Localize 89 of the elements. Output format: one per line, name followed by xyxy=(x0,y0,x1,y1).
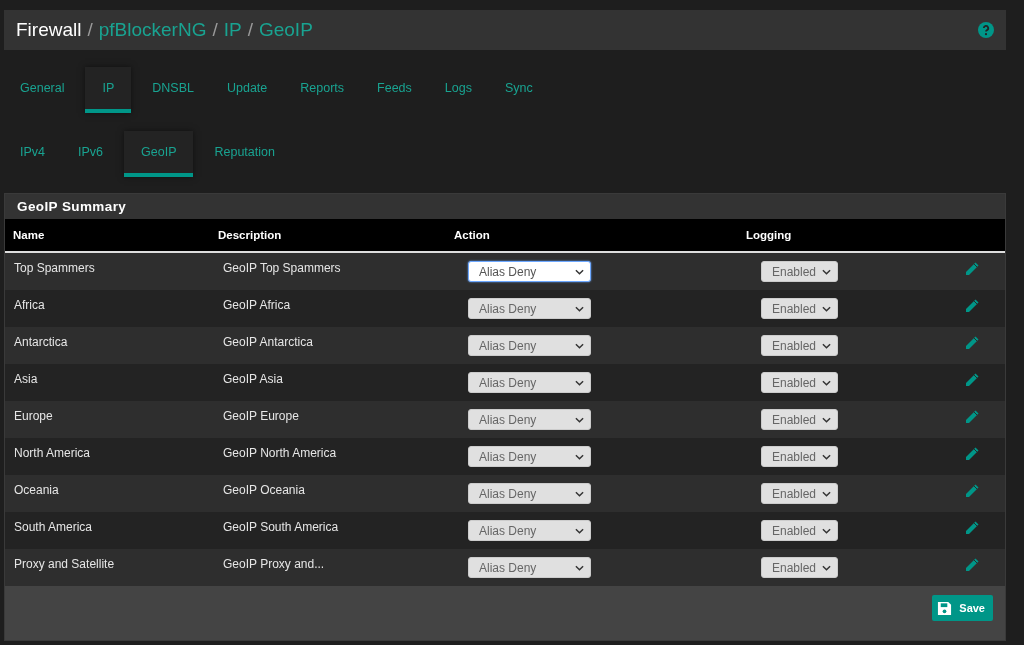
logging-select[interactable]: Enabled xyxy=(761,483,838,504)
table-cell-text: South America xyxy=(13,519,94,534)
nav-tab[interactable]: Reports xyxy=(288,67,357,113)
nav-tab[interactable]: GeoIP xyxy=(124,131,194,177)
logging-select[interactable]: Enabled xyxy=(761,261,838,282)
table-cell-text: GeoIP Oceania xyxy=(222,482,306,497)
pencil-icon[interactable] xyxy=(964,372,980,388)
breadcrumb-link[interactable]: IP xyxy=(223,19,242,41)
caret-icon xyxy=(575,268,584,275)
action-select[interactable]: Alias Deny xyxy=(468,261,591,282)
action-select[interactable]: Alias Deny xyxy=(468,446,591,467)
caret-icon xyxy=(822,305,831,312)
caret-icon xyxy=(822,490,831,497)
table-cell-text: Asia xyxy=(13,371,39,386)
help-icon[interactable] xyxy=(978,22,994,38)
table-cell-text: Top Spammers xyxy=(13,260,96,275)
table-cell-text: Africa xyxy=(13,297,46,312)
table-cell-text: GeoIP Africa xyxy=(222,297,292,312)
logging-select[interactable]: Enabled xyxy=(761,298,838,319)
nav-tab[interactable]: General xyxy=(8,67,77,113)
pencil-icon[interactable] xyxy=(964,557,980,573)
pencil-icon[interactable] xyxy=(964,446,980,462)
table-cell-text: GeoIP North America xyxy=(222,445,338,460)
breadcrumb-link[interactable]: pfBlockerNG xyxy=(98,19,207,41)
logging-select[interactable]: Enabled xyxy=(761,557,838,578)
table-cell-text: GeoIP Antarctica xyxy=(222,334,314,349)
action-select[interactable]: Alias Deny xyxy=(468,298,591,319)
nav-tab[interactable]: DNSBL xyxy=(140,67,206,113)
action-select[interactable]: Alias Deny xyxy=(468,409,591,430)
caret-icon xyxy=(575,416,584,423)
pencil-icon[interactable] xyxy=(964,520,980,536)
breadcrumb-separator: / xyxy=(247,19,253,41)
pencil-icon[interactable] xyxy=(964,409,980,425)
nav-tab[interactable]: Update xyxy=(215,67,280,113)
caret-icon xyxy=(575,453,584,460)
caret-icon xyxy=(575,342,584,349)
table-cell-text: Oceania xyxy=(13,482,60,497)
table-cell-text: Proxy and Satellite xyxy=(13,556,116,571)
caret-icon xyxy=(822,453,831,460)
logging-select[interactable]: Enabled xyxy=(761,335,838,356)
table-cell-text: Antarctica xyxy=(13,334,69,349)
action-select[interactable]: Alias Deny xyxy=(468,557,591,578)
breadcrumb-link[interactable]: GeoIP xyxy=(258,19,313,41)
pencil-icon[interactable] xyxy=(964,483,980,499)
table-cell-text: GeoIP Europe xyxy=(222,408,300,423)
logging-select[interactable]: Enabled xyxy=(761,520,838,541)
nav-tab[interactable]: IPv4 xyxy=(8,131,57,177)
action-select[interactable]: Alias Deny xyxy=(468,483,591,504)
table-cell-text: North America xyxy=(13,445,92,460)
save-button[interactable]: Save xyxy=(932,595,993,621)
breadcrumb-separator: / xyxy=(87,19,93,41)
nav-tab[interactable]: Feeds xyxy=(365,67,424,113)
caret-icon xyxy=(575,527,584,534)
column-header: Logging xyxy=(746,229,793,241)
nav-tab[interactable]: IP xyxy=(85,67,132,113)
caret-icon xyxy=(575,379,584,386)
caret-icon xyxy=(822,527,831,534)
caret-icon xyxy=(822,379,831,386)
logging-select[interactable]: Enabled xyxy=(761,372,838,393)
logging-select[interactable]: Enabled xyxy=(761,409,838,430)
panel-title: GeoIP Summary xyxy=(5,194,1005,219)
caret-icon xyxy=(575,305,584,312)
action-select[interactable]: Alias Deny xyxy=(468,520,591,541)
caret-icon xyxy=(575,490,584,497)
table-cell-text: GeoIP South America xyxy=(222,519,340,534)
breadcrumb-title: Firewall xyxy=(16,19,82,41)
nav-tab[interactable]: Sync xyxy=(492,67,545,113)
nav-tab[interactable]: Logs xyxy=(432,67,484,113)
logging-select[interactable]: Enabled xyxy=(761,446,838,467)
pencil-icon[interactable] xyxy=(964,261,980,277)
column-header: Action xyxy=(454,229,491,241)
pencil-icon[interactable] xyxy=(964,298,980,314)
caret-icon xyxy=(822,564,831,571)
caret-icon xyxy=(822,342,831,349)
caret-icon xyxy=(575,564,584,571)
column-header: Name xyxy=(13,229,46,241)
nav-tab[interactable]: IPv6 xyxy=(66,131,116,177)
caret-icon xyxy=(822,416,831,423)
table-cell-text: GeoIP Top Spammers xyxy=(222,260,342,275)
table-cell-text: Europe xyxy=(13,408,54,423)
caret-icon xyxy=(822,268,831,275)
table-cell-text: GeoIP Asia xyxy=(222,371,284,386)
table-cell-text: GeoIP Proxy and... xyxy=(222,556,326,571)
breadcrumb-separator: / xyxy=(212,19,218,41)
action-select[interactable]: Alias Deny xyxy=(468,372,591,393)
pencil-icon[interactable] xyxy=(964,335,980,351)
nav-tab[interactable]: Reputation xyxy=(202,131,287,177)
action-select[interactable]: Alias Deny xyxy=(468,335,591,356)
column-header: Description xyxy=(218,229,283,241)
